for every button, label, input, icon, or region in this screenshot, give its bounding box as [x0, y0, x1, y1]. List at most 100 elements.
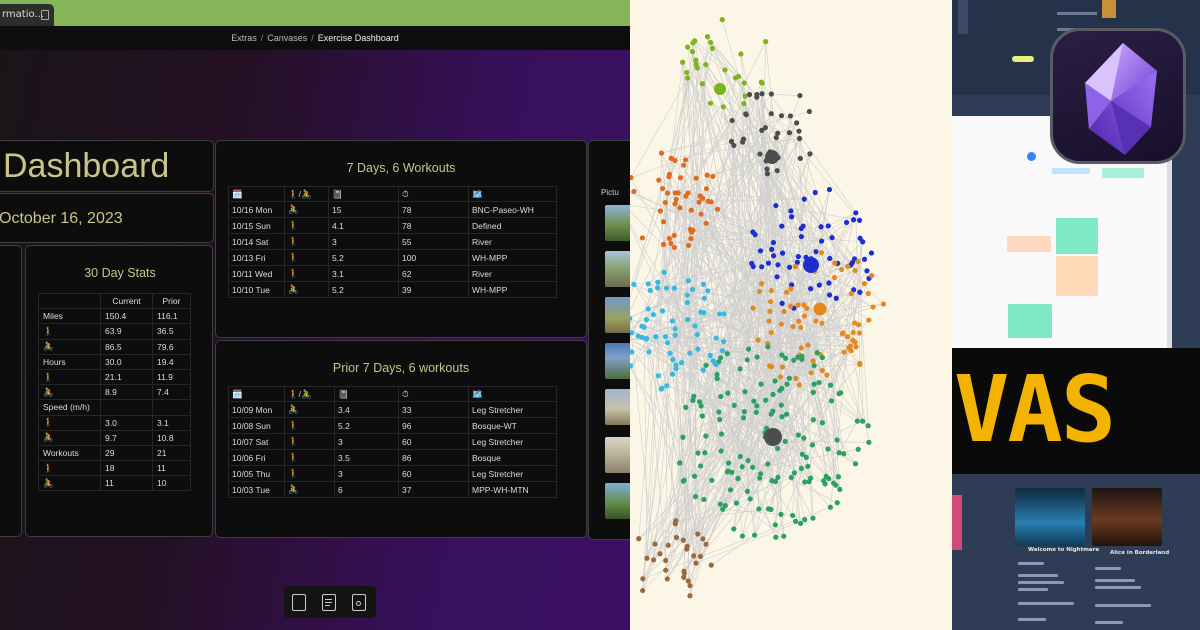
graph-node [672, 326, 678, 332]
graph-node [671, 232, 677, 239]
graph-node [680, 59, 686, 65]
graph-node [775, 474, 781, 480]
graph-node [788, 208, 794, 214]
table-row: 🚴 8.9 7.4 [38, 384, 191, 401]
file-text-icon[interactable] [322, 594, 336, 611]
graph-node [826, 280, 832, 286]
graph-node [680, 478, 686, 484]
photo-thumbnail[interactable] [605, 251, 630, 287]
graph-node [775, 262, 781, 268]
graph-node [857, 289, 863, 295]
graph-node [653, 334, 659, 340]
graph-node [720, 506, 726, 512]
photo-thumbnail[interactable] [605, 343, 630, 379]
graph-node [779, 223, 785, 229]
graph-node [768, 91, 775, 97]
table-row: 10/13 Fri 🚶 5.2 100 WH-MPP [228, 249, 557, 266]
breadcrumb-extras[interactable]: Extras [231, 33, 257, 43]
graph-node [774, 168, 780, 174]
table-cell: 10/08 Sun [228, 417, 285, 434]
table-cell: 3 [334, 465, 399, 482]
graph-node [684, 292, 690, 298]
graph-node [801, 435, 807, 441]
graph-node [664, 190, 671, 196]
table-cell: 🚶 [38, 368, 101, 386]
prior-heading: Prior 7 Days, 6 workouts [332, 361, 470, 375]
graph-node [699, 81, 705, 87]
canvas-card-30-day-stats[interactable]: 30 Day Stats Current Prior Miles 150.4 116.1… [25, 245, 213, 537]
graph-node [774, 274, 780, 280]
graph-node [668, 240, 674, 247]
photo-thumbnail[interactable] [605, 205, 630, 241]
graph-node [639, 235, 646, 241]
table-row: 10/06 Fri 🚶 3.5 86 Bosque [228, 449, 557, 466]
graph-node [801, 313, 808, 319]
graph-hub-node [764, 428, 782, 446]
graph-node [816, 379, 822, 386]
graph-node [819, 367, 825, 374]
graph-node [844, 333, 851, 340]
graph-node [792, 263, 799, 270]
graph-node [810, 358, 816, 364]
graph-node [826, 292, 833, 298]
table-cell: MPP-WH-MTN [468, 481, 557, 498]
graph-node [685, 578, 691, 584]
breadcrumb-canvases[interactable]: Canvases [267, 33, 307, 43]
table-cell: 3.4 [334, 401, 399, 418]
graph-node [808, 286, 814, 292]
graph-node [780, 250, 786, 256]
table-cell: 🚶 [284, 433, 335, 450]
poster-image [1015, 488, 1085, 546]
canvas-card-pictures[interactable]: Pictu [588, 140, 630, 540]
graph-node [640, 576, 646, 582]
photo-thumbnail[interactable] [605, 483, 630, 519]
graph-node [657, 208, 664, 214]
graph-node [693, 175, 699, 181]
graph-node [788, 214, 795, 220]
graph-node [798, 465, 804, 472]
stats-table: Current Prior Miles 150.4 116.1 🚶 63.9 36.5 🚴 86.… [38, 292, 191, 492]
graph-node [782, 438, 788, 444]
graph-node [737, 453, 743, 460]
canvas-card-prior-7-days[interactable]: Prior 7 Days, 6 workouts 🗓️ 🚶/🚴 📓 ⏱ 🗺️ 10/09 … [215, 340, 587, 538]
photo-thumbnail[interactable] [605, 297, 630, 333]
table-cell: River [468, 233, 557, 250]
graph-node [750, 305, 756, 311]
table-cell: 3.1 [152, 414, 191, 431]
canvas-card-7-days[interactable]: 7 Days, 6 Workouts 🗓️ 🚶/🚴 📓 ⏱ 🗺️ 10/16 Mon 🚴 15… [215, 140, 587, 338]
image-file-icon[interactable] [352, 594, 366, 611]
graph-node [707, 100, 714, 106]
graph-node [639, 334, 645, 340]
graph-node [855, 258, 861, 265]
graph-node [701, 496, 707, 503]
graph-node [703, 220, 709, 226]
graph-node [788, 474, 794, 481]
graph-node [818, 224, 824, 230]
graph-node [779, 300, 785, 306]
graph-node [824, 372, 830, 378]
canvas-card-date[interactable]: October 16, 2023 [0, 193, 214, 243]
table-cell: 10/03 Tue [228, 481, 285, 498]
canvas-card-partial[interactable] [0, 245, 22, 537]
graph-node [781, 308, 787, 315]
graph-node [685, 242, 692, 249]
table-cell: Bosque-WT [468, 417, 557, 434]
graph-node [765, 260, 772, 266]
graph-node [731, 526, 737, 532]
graph-node [660, 185, 666, 192]
table-cell [152, 399, 191, 416]
graph-node [650, 311, 657, 318]
canvas-card-title[interactable]: Dashboard [0, 140, 214, 192]
graph-node [866, 439, 872, 445]
breadcrumb-current: Exercise Dashboard [317, 33, 399, 43]
graph-node [861, 256, 868, 262]
photo-thumbnail[interactable] [605, 389, 630, 425]
new-note-icon[interactable] [292, 594, 306, 611]
graph-node [798, 233, 805, 240]
photo-thumbnail[interactable] [605, 437, 630, 473]
graph-node [673, 534, 680, 541]
graph-node [768, 287, 774, 294]
graph-node [779, 352, 785, 358]
column-header: Current [100, 292, 153, 310]
tab-information[interactable]: rmatio... [0, 4, 54, 26]
